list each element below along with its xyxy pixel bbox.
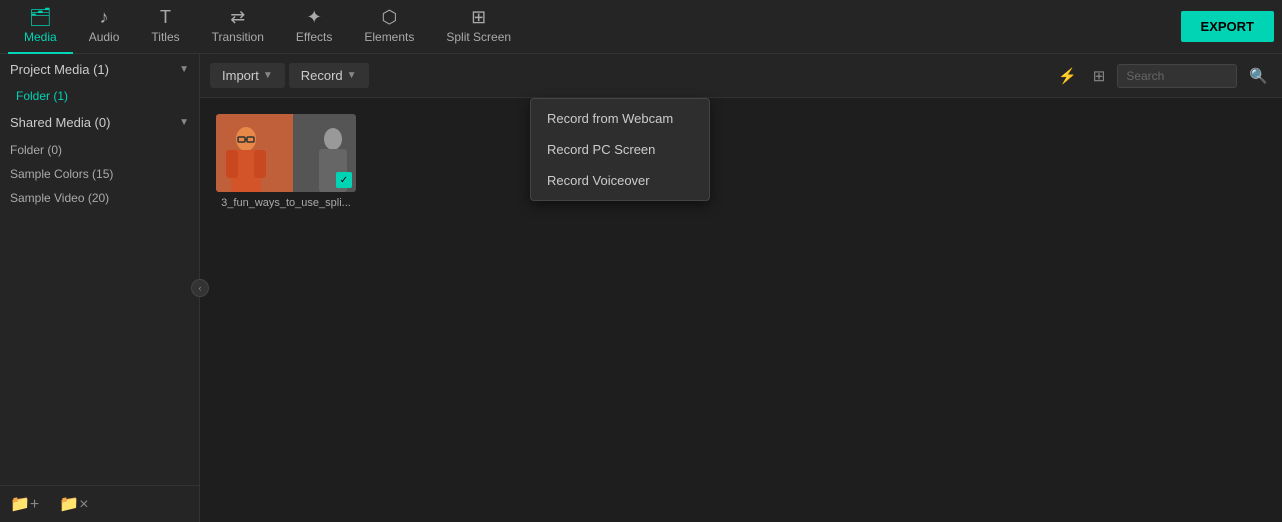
search-input[interactable] (1117, 64, 1237, 88)
record-label: Record (301, 68, 343, 83)
sidebar-shared-media-header[interactable]: Shared Media (0) ▼ (0, 107, 199, 138)
remove-folder-icon[interactable]: 📁× (59, 494, 88, 514)
toolbar-item-transition[interactable]: ⇄ Transition (196, 0, 280, 54)
chevron-down-icon: ▼ (179, 64, 189, 75)
record-button[interactable]: Record ▼ (289, 63, 369, 88)
titles-icon: T (160, 8, 171, 26)
toolbar-item-media[interactable]: 🗂 Media (8, 0, 73, 54)
import-arrow-icon: ▼ (263, 70, 273, 81)
sidebar-project-media-header[interactable]: Project Media (1) ▼ (0, 54, 199, 85)
sidebar-section-project-media: Project Media (1) ▼ Folder (1) (0, 54, 199, 107)
toolbar-right-controls: ⚡ ⊞ 🔍 (1054, 63, 1272, 89)
thumb-inner (216, 114, 356, 192)
dropdown-item-voiceover[interactable]: Record Voiceover (531, 165, 709, 196)
filter-icon[interactable]: ⚡ (1054, 63, 1081, 89)
main-toolbar: 🗂 Media ♪ Audio T Titles ⇄ Transition ✦ … (0, 0, 1282, 54)
selected-badge: ✓ (336, 172, 352, 188)
titles-label: Titles (151, 30, 179, 44)
transition-label: Transition (212, 30, 264, 44)
effects-icon: ✦ (307, 8, 322, 26)
split-screen-icon: ⊞ (471, 8, 486, 26)
audio-label: Audio (89, 30, 120, 44)
dropdown-item-pc-screen[interactable]: Record PC Screen (531, 134, 709, 165)
record-dropdown: Record from Webcam Record PC Screen Reco… (530, 98, 710, 201)
search-icon[interactable]: 🔍 (1245, 63, 1272, 89)
sidebar-sample-colors[interactable]: Sample Colors (15) (0, 162, 199, 186)
grid-view-icon[interactable]: ⊞ (1089, 63, 1110, 89)
transition-icon: ⇄ (230, 8, 245, 26)
media-label: Media (24, 30, 57, 44)
sidebar-shared-folder[interactable]: Folder (0) (0, 138, 199, 162)
sidebar-sample-video[interactable]: Sample Video (20) (0, 186, 199, 210)
media-grid: ✓ 3_fun_ways_to_use_spli... (200, 98, 1282, 522)
thumb-left-panel (216, 114, 293, 192)
elements-label: Elements (364, 30, 414, 44)
chevron-down-icon-2: ▼ (179, 117, 189, 128)
import-label: Import (222, 68, 259, 83)
toolbar-item-audio[interactable]: ♪ Audio (73, 0, 136, 54)
media-thumbnail: ✓ (216, 114, 356, 192)
import-button[interactable]: Import ▼ (210, 63, 285, 88)
content-area: Import ▼ Record ▼ ⚡ ⊞ 🔍 Record from Webc… (200, 54, 1282, 522)
toolbar-item-titles[interactable]: T Titles (135, 0, 195, 54)
sidebar-bottom-actions: 📁+ 📁× (0, 485, 199, 522)
person1-silhouette (221, 124, 271, 192)
toolbar-item-elements[interactable]: ⬡ Elements (348, 0, 430, 54)
content-toolbar: Import ▼ Record ▼ ⚡ ⊞ 🔍 (200, 54, 1282, 98)
sidebar-collapse-arrow[interactable]: ‹ (191, 279, 209, 297)
sidebar: Project Media (1) ▼ Folder (1) Shared Me… (0, 54, 200, 522)
shared-media-label: Shared Media (0) (10, 115, 110, 130)
sidebar-section-shared-media: Shared Media (0) ▼ Folder (0) (0, 107, 199, 162)
toolbar-item-split-screen[interactable]: ⊞ Split Screen (430, 0, 527, 54)
export-button[interactable]: EXPORT (1181, 11, 1274, 42)
media-icon: 🗂 (29, 8, 52, 26)
dropdown-item-webcam[interactable]: Record from Webcam (531, 103, 709, 134)
record-arrow-icon: ▼ (347, 70, 357, 81)
main-area: Project Media (1) ▼ Folder (1) Shared Me… (0, 54, 1282, 522)
sidebar-folder-item[interactable]: Folder (1) (0, 85, 199, 107)
split-screen-label: Split Screen (446, 30, 511, 44)
elements-icon: ⬡ (382, 8, 398, 26)
toolbar-item-effects[interactable]: ✦ Effects (280, 0, 348, 54)
audio-icon: ♪ (100, 8, 109, 26)
project-media-label: Project Media (1) (10, 62, 109, 77)
media-filename: 3_fun_ways_to_use_spli... (221, 197, 351, 209)
add-folder-icon[interactable]: 📁+ (10, 494, 39, 514)
effects-label: Effects (296, 30, 332, 44)
media-item[interactable]: ✓ 3_fun_ways_to_use_spli... (216, 114, 356, 209)
